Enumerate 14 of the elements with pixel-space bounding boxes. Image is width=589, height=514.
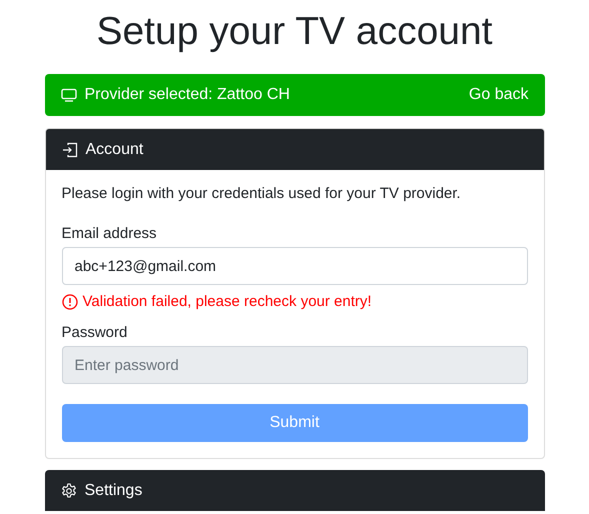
- card-title: Account: [86, 140, 144, 160]
- field-label: Password: [62, 322, 128, 342]
- error-icon: [62, 294, 78, 310]
- login-icon: [62, 142, 78, 158]
- settings-header[interactable]: Settings: [44, 470, 544, 511]
- field-label: Email address: [62, 224, 158, 244]
- settings-title: Settings: [84, 480, 142, 500]
- input-field[interactable]: abc+123@gmail.com: [62, 247, 528, 285]
- provider-text: Provider selected: Zattoo CH: [84, 85, 290, 105]
- settings-icon: [60, 482, 76, 498]
- page-title: Setup your TV account: [96, 9, 493, 55]
- intro-text: Please login with your credentials used for your TV provider.: [62, 184, 462, 204]
- error-message: Validation failed, please recheck your entry!: [82, 292, 372, 312]
- monitor-icon: [60, 88, 76, 102]
